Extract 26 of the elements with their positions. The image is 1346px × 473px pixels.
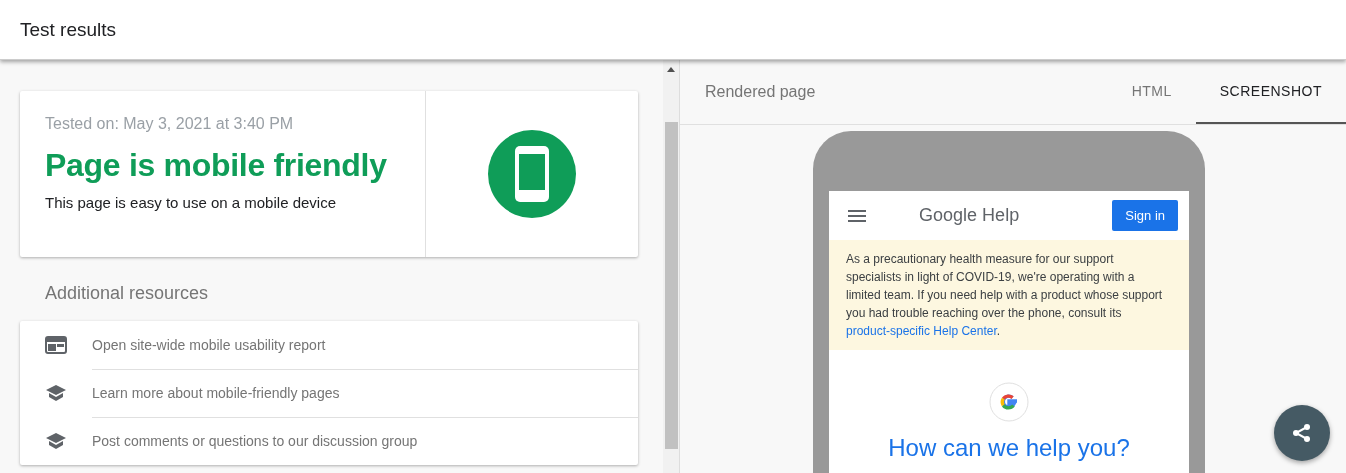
resource-link[interactable]: Post comments or questions to our discussion group bbox=[20, 417, 638, 465]
site-title: Google Help bbox=[918, 205, 1021, 226]
resource-link[interactable]: Learn more about mobile-friendly pages bbox=[20, 369, 638, 417]
share-button[interactable] bbox=[1274, 405, 1330, 461]
graduation-cap-icon bbox=[45, 432, 67, 450]
panel-title: Rendered page bbox=[704, 83, 817, 101]
test-date: Tested on: May 3, 2021 at 3:40 PM bbox=[45, 115, 295, 133]
share-icon bbox=[1291, 422, 1313, 444]
web-layout-icon bbox=[45, 336, 67, 354]
section-heading: Additional resources bbox=[44, 282, 210, 305]
notice-text: As a precautionary health measure for our support specialists in light of COVID-19, we're operating with a limited team. If you need help with a product whose support you had trouble reaching over the phone, consult its product-specific Help Center. bbox=[846, 251, 1164, 340]
tab[interactable]: HTML bbox=[1107, 60, 1196, 124]
sign-in-button[interactable]: Sign in bbox=[1112, 200, 1178, 231]
scrollbar-thumb[interactable] bbox=[664, 122, 678, 449]
verdict-heading: Page is mobile friendly bbox=[45, 147, 388, 184]
help-heading: How can we help you? bbox=[887, 434, 1131, 462]
help-center-link[interactable]: product-specific Help Center bbox=[846, 324, 997, 338]
page-title: Test results bbox=[20, 18, 117, 41]
verdict-description: This page is easy to use on a mobile device bbox=[45, 194, 337, 211]
scroll-up-arrow-icon[interactable] bbox=[667, 67, 675, 72]
tab[interactable]: SCREENSHOT bbox=[1195, 60, 1346, 124]
g-logo-icon bbox=[989, 382, 1029, 422]
graduation-cap-icon bbox=[45, 384, 67, 402]
scrollbar[interactable] bbox=[663, 60, 680, 473]
resource-link[interactable]: Open site-wide mobile usability report bbox=[20, 321, 638, 369]
menu-icon[interactable] bbox=[848, 209, 866, 222]
